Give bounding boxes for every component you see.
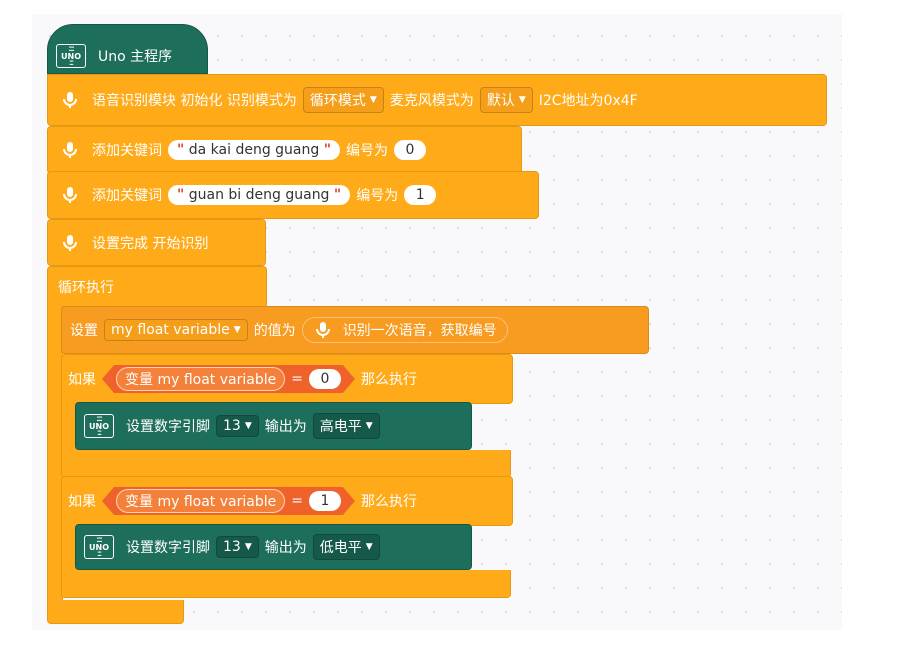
start-recognition-label: 设置完成 开始识别 xyxy=(92,235,209,252)
microphone-icon xyxy=(315,322,330,338)
mic-mode-value: 默认 xyxy=(486,93,515,109)
set-digital-pin-label: 设置数字引脚 xyxy=(126,540,210,556)
uno-board-icon: ⁚⁚⁚⁚ UNO ⁚⁚⁚ xyxy=(84,535,114,559)
level-value: 低电平 xyxy=(319,540,362,556)
forever-loop-block[interactable]: 循环执行 xyxy=(47,266,267,308)
set-digital-pin-block[interactable]: ⁚⁚⁚⁚ UNO ⁚⁚⁚ 设置数字引脚 13 ▼ 输出为 高电平 ▼ xyxy=(75,402,472,450)
keyword-text-input[interactable]: " da kai deng guang " xyxy=(168,140,341,160)
chevron-down-icon: ▼ xyxy=(365,421,373,431)
if-bottom xyxy=(61,450,511,478)
pin-value: 13 xyxy=(223,418,241,434)
keyword-text-input[interactable]: " guan bi deng guang " xyxy=(168,185,351,205)
microphone-icon xyxy=(63,234,77,251)
keyword-text: guan bi deng guang xyxy=(188,187,330,203)
set-digital-pin-block[interactable]: ⁚⁚⁚⁚ UNO ⁚⁚⁚ 设置数字引脚 13 ▼ 输出为 低电平 ▼ xyxy=(75,524,472,570)
keyword-number-label: 编号为 xyxy=(356,188,399,204)
equals-operator: = xyxy=(291,371,303,387)
set-label: 设置 xyxy=(70,323,98,339)
then-label: 那么执行 xyxy=(360,372,417,388)
chevron-down-icon: ▼ xyxy=(244,421,252,431)
recognition-mode-dropdown[interactable]: 循环模式 ▼ xyxy=(302,87,384,113)
if-block[interactable]: 如果 变量 my float variable = 1 那么执行 xyxy=(61,476,513,526)
i2c-address-label: I2C地址为0x4F xyxy=(538,93,638,109)
compare-value-input[interactable]: 1 xyxy=(309,491,341,511)
if-block[interactable]: 如果 变量 my float variable = 0 那么执行 xyxy=(61,354,513,404)
if-label: 如果 xyxy=(68,372,96,388)
start-recognition-block[interactable]: 设置完成 开始识别 xyxy=(47,219,266,266)
chevron-down-icon: ▼ xyxy=(518,95,526,105)
pin-dropdown[interactable]: 13 ▼ xyxy=(216,415,259,437)
hat-title: Uno 主程序 xyxy=(98,49,173,65)
equals-condition[interactable]: 变量 my float variable = 1 xyxy=(102,487,355,515)
variable-reporter[interactable]: 变量 my float variable xyxy=(116,489,285,513)
add-keyword-block[interactable]: 添加关键词 " da kai deng guang " 编号为 0 xyxy=(47,126,522,174)
pin-value: 13 xyxy=(223,539,241,555)
variable-reporter[interactable]: 变量 my float variable xyxy=(116,367,285,391)
mic-mode-label: 麦克风模式为 xyxy=(389,93,474,109)
set-variable-block[interactable]: 设置 my float variable ▼ 的值为 识别一次语音，获取编号 xyxy=(61,306,649,354)
recognize-once-reporter[interactable]: 识别一次语音，获取编号 xyxy=(301,317,508,343)
uno-main-hat-block[interactable]: ⁚⁚⁚⁚ UNO ⁚⁚⁚ Uno 主程序 xyxy=(47,24,208,74)
chevron-down-icon: ▼ xyxy=(244,542,252,552)
variable-name: my float variable xyxy=(111,322,230,338)
value-label: 的值为 xyxy=(253,323,296,339)
uno-board-icon: ⁚⁚⁚⁚ UNO ⁚⁚⁚ xyxy=(56,44,86,68)
level-value: 高电平 xyxy=(319,419,362,435)
level-dropdown[interactable]: 高电平 ▼ xyxy=(312,413,380,439)
if-bottom xyxy=(61,570,511,598)
chevron-down-icon: ▼ xyxy=(233,325,241,335)
chevron-down-icon: ▼ xyxy=(365,542,373,552)
output-label: 输出为 xyxy=(264,419,307,435)
pin-dropdown[interactable]: 13 ▼ xyxy=(216,536,259,558)
output-label: 输出为 xyxy=(264,540,307,556)
uno-board-icon: ⁚⁚⁚⁚ UNO ⁚⁚⁚ xyxy=(84,414,114,438)
level-dropdown[interactable]: 低电平 ▼ xyxy=(312,534,380,560)
microphone-icon xyxy=(63,92,77,108)
chevron-down-icon: ▼ xyxy=(369,95,377,105)
add-keyword-label: 添加关键词 xyxy=(92,143,162,159)
microphone-icon xyxy=(63,142,77,158)
compare-value-input[interactable]: 0 xyxy=(309,369,341,389)
mic-mode-dropdown[interactable]: 默认 ▼ xyxy=(479,87,533,113)
variable-dropdown[interactable]: my float variable ▼ xyxy=(104,319,248,341)
equals-operator: = xyxy=(291,493,303,509)
keyword-number-input[interactable]: 0 xyxy=(394,140,427,160)
equals-condition[interactable]: 变量 my float variable = 0 xyxy=(102,365,355,393)
set-digital-pin-label: 设置数字引脚 xyxy=(126,419,210,435)
add-keyword-label: 添加关键词 xyxy=(92,188,162,204)
microphone-icon xyxy=(63,187,77,203)
keyword-number-label: 编号为 xyxy=(346,143,389,159)
add-keyword-block[interactable]: 添加关键词 " guan bi deng guang " 编号为 1 xyxy=(47,171,539,219)
keyword-number-input[interactable]: 1 xyxy=(404,185,437,205)
forever-loop-bottom xyxy=(47,600,184,624)
then-label: 那么执行 xyxy=(360,494,417,510)
if-label: 如果 xyxy=(68,494,96,510)
voice-init-label: 语音识别模块 初始化 识别模式为 xyxy=(92,93,297,109)
keyword-text: da kai deng guang xyxy=(188,142,320,158)
forever-loop-label: 循环执行 xyxy=(58,280,114,296)
recognize-once-label: 识别一次语音，获取编号 xyxy=(342,323,497,339)
voice-init-block[interactable]: 语音识别模块 初始化 识别模式为 循环模式 ▼ 麦克风模式为 默认 ▼ I2C地址为… xyxy=(47,74,827,126)
recognition-mode-value: 循环模式 xyxy=(309,93,366,109)
